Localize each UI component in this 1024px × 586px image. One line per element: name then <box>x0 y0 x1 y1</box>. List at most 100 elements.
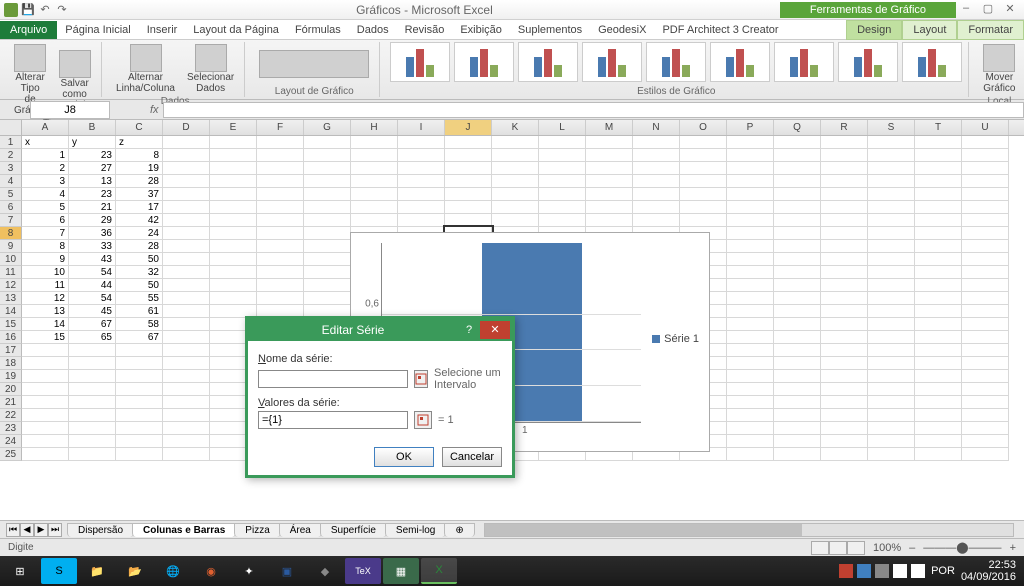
cancel-button[interactable]: Cancelar <box>442 447 502 467</box>
cell-U23[interactable] <box>962 422 1009 435</box>
cell-U24[interactable] <box>962 435 1009 448</box>
cell-U16[interactable] <box>962 331 1009 344</box>
cell-D25[interactable] <box>163 448 210 461</box>
cell-A21[interactable] <box>22 396 69 409</box>
cell-S5[interactable] <box>868 188 915 201</box>
cell-K6[interactable] <box>492 201 539 214</box>
cell-B15[interactable]: 67 <box>69 318 116 331</box>
row-header-5[interactable]: 5 <box>0 188 22 201</box>
sheet-tab-semi-log[interactable]: Semi-log <box>385 523 446 537</box>
cell-N7[interactable] <box>633 214 680 227</box>
cell-F8[interactable] <box>257 227 304 240</box>
file-tab[interactable]: Arquivo <box>0 21 57 39</box>
cell-A5[interactable]: 4 <box>22 188 69 201</box>
cell-H7[interactable] <box>351 214 398 227</box>
cell-Q14[interactable] <box>774 305 821 318</box>
cell-C15[interactable]: 58 <box>116 318 163 331</box>
cell-P4[interactable] <box>727 175 774 188</box>
cell-Q1[interactable] <box>774 136 821 149</box>
cell-P10[interactable] <box>727 253 774 266</box>
cell-A17[interactable] <box>22 344 69 357</box>
close-icon[interactable]: ✕ <box>1000 2 1020 18</box>
cell-Q2[interactable] <box>774 149 821 162</box>
cell-T21[interactable] <box>915 396 962 409</box>
cell-D16[interactable] <box>163 331 210 344</box>
col-header-J[interactable]: J <box>445 120 492 135</box>
cell-T10[interactable] <box>915 253 962 266</box>
cell-B6[interactable]: 21 <box>69 201 116 214</box>
cell-T3[interactable] <box>915 162 962 175</box>
cell-N2[interactable] <box>633 149 680 162</box>
cell-S1[interactable] <box>868 136 915 149</box>
cell-H6[interactable] <box>351 201 398 214</box>
cell-U18[interactable] <box>962 357 1009 370</box>
cell-T16[interactable] <box>915 331 962 344</box>
cell-Q5[interactable] <box>774 188 821 201</box>
cell-O4[interactable] <box>680 175 727 188</box>
chart-style-7[interactable] <box>838 42 898 82</box>
col-header-A[interactable]: A <box>22 120 69 135</box>
undo-icon[interactable]: ↶ <box>38 3 52 17</box>
cell-E12[interactable] <box>210 279 257 292</box>
row-header-15[interactable]: 15 <box>0 318 22 331</box>
taskbar-app2-icon[interactable]: ✦ <box>231 558 267 584</box>
chart-legend[interactable]: Série 1 <box>652 333 699 345</box>
cell-T11[interactable] <box>915 266 962 279</box>
cell-A13[interactable]: 12 <box>22 292 69 305</box>
chart-tab-design[interactable]: Design <box>846 20 902 40</box>
cell-M1[interactable] <box>586 136 633 149</box>
cell-A23[interactable] <box>22 422 69 435</box>
cell-P25[interactable] <box>727 448 774 461</box>
row-header-9[interactable]: 9 <box>0 240 22 253</box>
cell-U7[interactable] <box>962 214 1009 227</box>
cell-L4[interactable] <box>539 175 586 188</box>
cell-F9[interactable] <box>257 240 304 253</box>
tray-clock[interactable]: 22:53 04/09/2016 <box>961 559 1016 583</box>
cell-H5[interactable] <box>351 188 398 201</box>
cell-R9[interactable] <box>821 240 868 253</box>
cell-B16[interactable]: 65 <box>69 331 116 344</box>
cell-T24[interactable] <box>915 435 962 448</box>
cell-D11[interactable] <box>163 266 210 279</box>
cell-R17[interactable] <box>821 344 868 357</box>
cell-C8[interactable]: 24 <box>116 227 163 240</box>
cell-C5[interactable]: 37 <box>116 188 163 201</box>
cell-P16[interactable] <box>727 331 774 344</box>
cell-T4[interactable] <box>915 175 962 188</box>
cell-T9[interactable] <box>915 240 962 253</box>
cell-T20[interactable] <box>915 383 962 396</box>
cell-T5[interactable] <box>915 188 962 201</box>
cell-R3[interactable] <box>821 162 868 175</box>
cell-A25[interactable] <box>22 448 69 461</box>
cell-N6[interactable] <box>633 201 680 214</box>
sheet-nav-first-icon[interactable]: ⏮ <box>6 523 20 537</box>
cell-S18[interactable] <box>868 357 915 370</box>
cell-T25[interactable] <box>915 448 962 461</box>
cell-A22[interactable] <box>22 409 69 422</box>
cell-S7[interactable] <box>868 214 915 227</box>
cell-C2[interactable]: 8 <box>116 149 163 162</box>
range-picker-icon[interactable] <box>414 411 432 429</box>
row-header-24[interactable]: 24 <box>0 435 22 448</box>
dialog-close-icon[interactable]: ✕ <box>480 321 510 339</box>
col-header-Q[interactable]: Q <box>774 120 821 135</box>
cell-U4[interactable] <box>962 175 1009 188</box>
cell-U2[interactable] <box>962 149 1009 162</box>
cell-S22[interactable] <box>868 409 915 422</box>
cell-D7[interactable] <box>163 214 210 227</box>
cell-R6[interactable] <box>821 201 868 214</box>
cell-B20[interactable] <box>69 383 116 396</box>
taskbar-explorer-icon[interactable]: 📁 <box>79 558 115 584</box>
row-header-1[interactable]: 1 <box>0 136 22 149</box>
cell-J1[interactable] <box>445 136 492 149</box>
cell-C22[interactable] <box>116 409 163 422</box>
cell-S4[interactable] <box>868 175 915 188</box>
cell-A2[interactable]: 1 <box>22 149 69 162</box>
cell-N5[interactable] <box>633 188 680 201</box>
row-header-13[interactable]: 13 <box>0 292 22 305</box>
cell-I7[interactable] <box>398 214 445 227</box>
cell-S23[interactable] <box>868 422 915 435</box>
cell-F2[interactable] <box>257 149 304 162</box>
chart-style-0[interactable] <box>390 42 450 82</box>
cell-P12[interactable] <box>727 279 774 292</box>
